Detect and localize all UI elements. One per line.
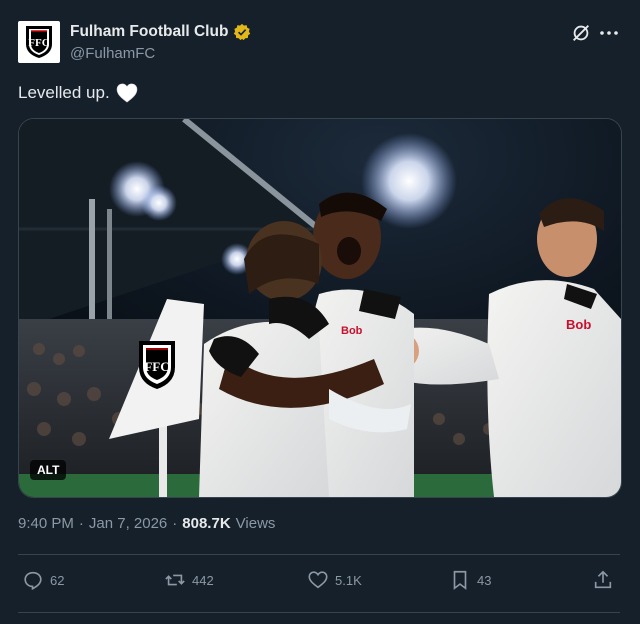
fulham-crest-icon: FFC [26, 26, 52, 58]
tweet-card: FFC Fulham Football Club @FulhamFC Level… [0, 0, 640, 624]
divider [18, 554, 620, 555]
like-count: 5.1K [335, 572, 362, 588]
reply-count: 62 [50, 572, 65, 588]
alt-text-badge[interactable]: ALT [30, 460, 67, 480]
more-options-icon[interactable] [598, 22, 620, 44]
like-heart-icon [308, 571, 328, 589]
white-heart-icon [116, 83, 137, 103]
like-button[interactable]: 5.1K [307, 566, 362, 594]
photo-canvas: FFC Bob Bob [19, 119, 621, 497]
views-count[interactable]: 808.7K [182, 515, 230, 532]
author-name-row: Fulham Football Club [70, 23, 251, 41]
svg-text:FFC: FFC [28, 37, 49, 49]
divider [18, 612, 620, 613]
shirt-sponsor-right: Bob [566, 317, 591, 332]
reply-button[interactable]: 62 [22, 566, 64, 594]
repost-icon [165, 574, 185, 586]
repost-count: 442 [192, 572, 214, 588]
reply-icon [24, 571, 42, 591]
verified-badge-icon[interactable] [233, 23, 251, 41]
bookmark-count: 43 [477, 572, 492, 588]
tweet-body: Levelled up. [18, 83, 110, 102]
author-handle[interactable]: @FulhamFC [70, 45, 155, 62]
corner-flag-crest-text: FFC [144, 359, 169, 374]
repost-button[interactable]: 442 [164, 566, 214, 594]
author-display-name[interactable]: Fulham Football Club [70, 23, 228, 41]
tweet-date[interactable]: Jan 7, 2026 [89, 515, 167, 532]
tweet-photo[interactable]: FFC Bob Bob [18, 118, 622, 498]
action-bar: 62 442 5.1K 43 [0, 566, 640, 596]
share-icon [594, 570, 612, 589]
meta-separator: · [78, 515, 84, 532]
share-button[interactable] [592, 566, 614, 594]
shirt-sponsor-center: Bob [341, 325, 363, 337]
views-label: Views [235, 515, 276, 532]
meta-separator: · [172, 515, 178, 532]
grok-icon[interactable] [570, 22, 592, 44]
bookmark-icon [453, 570, 467, 590]
bookmark-button[interactable]: 43 [449, 566, 491, 594]
tweet-time[interactable]: 9:40 PM [18, 515, 74, 532]
tweet-meta: 9:40 PM · Jan 7, 2026 · 808.7K Views [18, 515, 275, 532]
tweet-text: Levelled up. [18, 83, 138, 103]
author-avatar[interactable]: FFC [18, 21, 60, 63]
